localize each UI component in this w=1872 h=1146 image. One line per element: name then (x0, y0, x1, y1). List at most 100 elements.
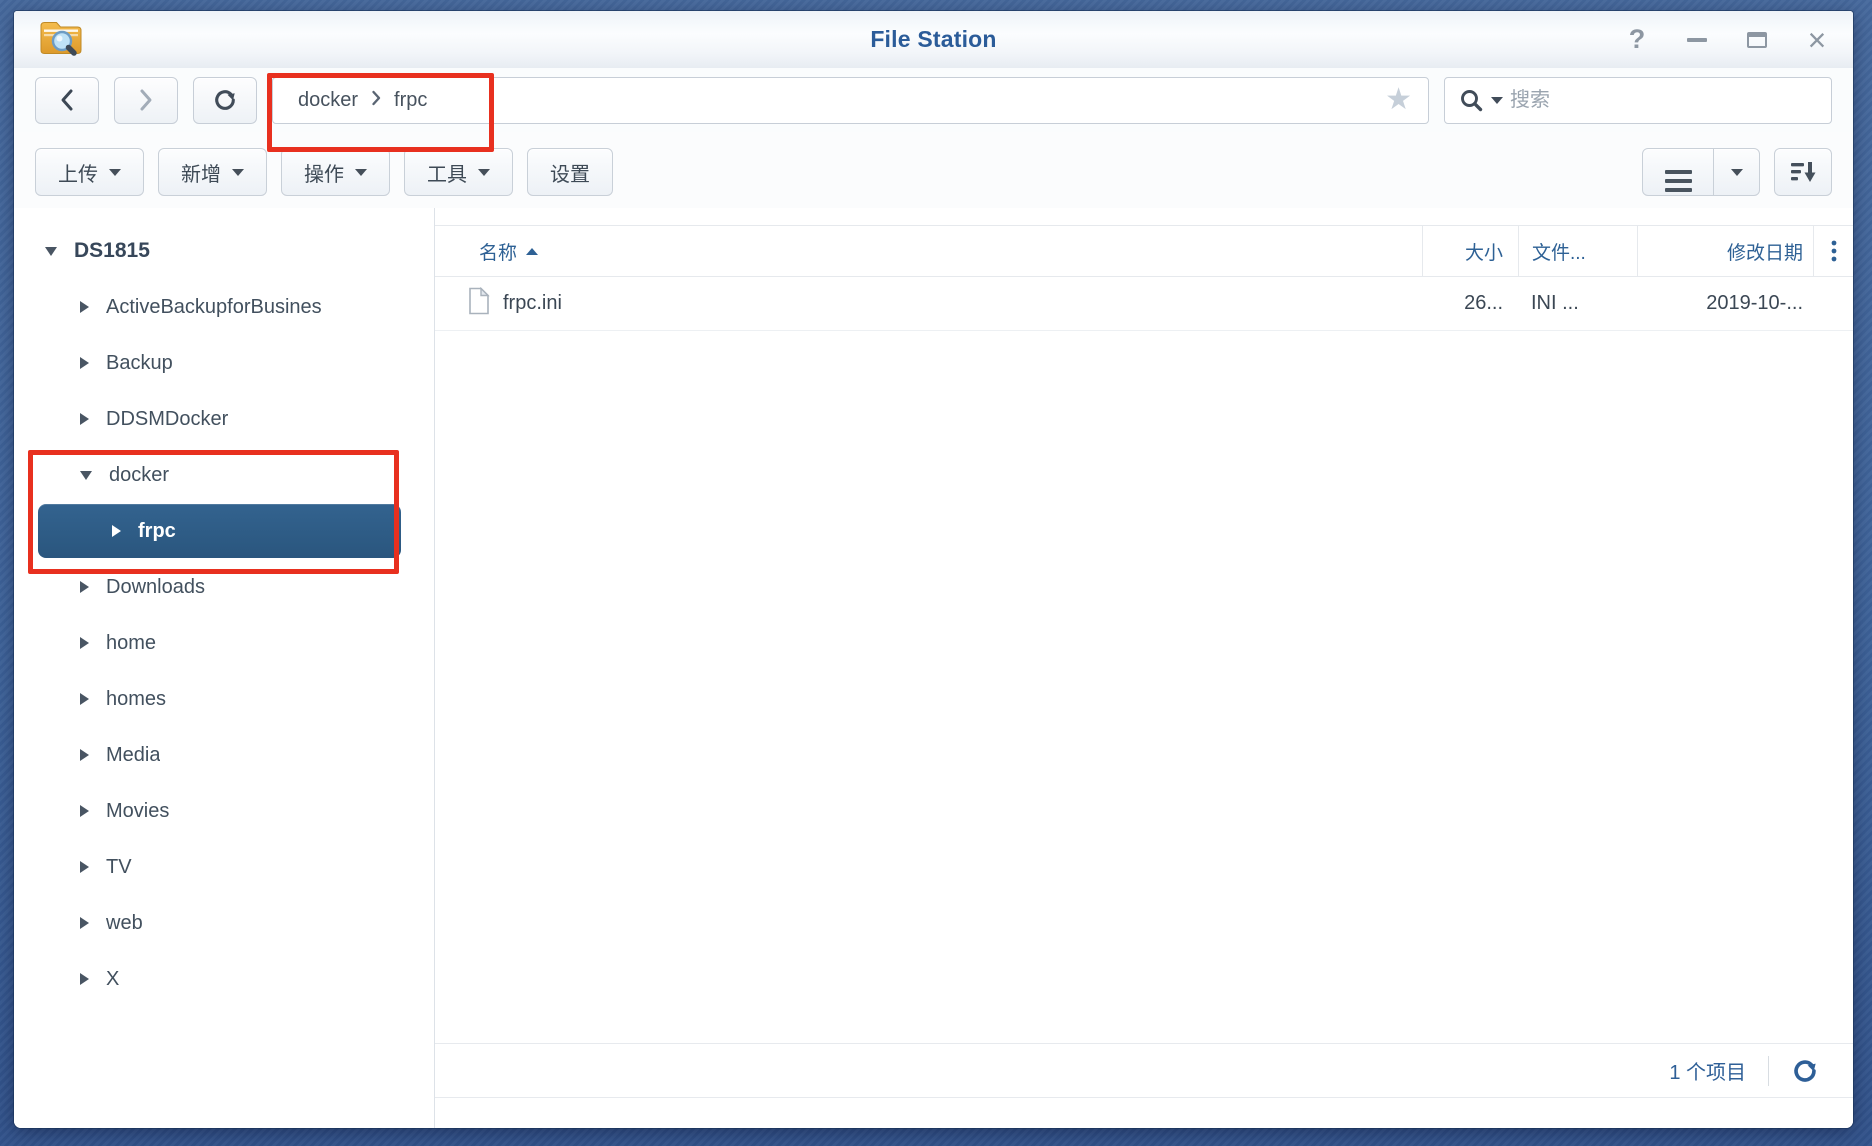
sidebar-item-frpc[interactable]: frpc (38, 504, 401, 558)
column-options-button[interactable] (1813, 226, 1853, 276)
sort-descending-icon (1791, 162, 1816, 182)
file-list-header: 名称 大小 文件... 修改日期 (435, 225, 1853, 277)
navigation-bar: docker frpc ★ (14, 68, 1853, 132)
sidebar-item-activebackupforbusiness[interactable]: ActiveBackupforBusines (14, 279, 434, 335)
help-icon[interactable]: ? (1625, 24, 1649, 54)
chevron-collapsed-icon[interactable] (80, 805, 89, 817)
create-button-label: 新增 (181, 163, 221, 186)
minimize-icon[interactable] (1685, 28, 1709, 52)
settings-button-label: 设置 (550, 163, 590, 186)
sidebar-item-home[interactable]: home (14, 615, 434, 671)
chevron-down-icon (355, 168, 367, 176)
chevron-collapsed-icon[interactable] (80, 637, 89, 649)
search-scope-caret-icon[interactable] (1491, 96, 1503, 104)
upload-button[interactable]: 上传 (35, 148, 144, 196)
action-button-label: 操作 (304, 163, 344, 186)
sidebar-item-ddsmdocker[interactable]: DDSMDocker (14, 391, 434, 447)
column-header-label: 修改日期 (1726, 242, 1803, 264)
sidebar-item-backup[interactable]: Backup (14, 335, 434, 391)
chevron-collapsed-icon[interactable] (112, 525, 121, 537)
view-mode-dropdown[interactable] (1714, 149, 1759, 195)
column-header-label: 大小 (1464, 242, 1503, 264)
sidebar-item-homes[interactable]: homes (14, 671, 434, 727)
settings-button[interactable]: 设置 (527, 148, 613, 196)
upload-button-label: 上传 (58, 163, 98, 186)
sort-button[interactable] (1774, 148, 1832, 196)
sidebar-item-label: DDSMDocker (106, 407, 229, 430)
chevron-collapsed-icon[interactable] (80, 581, 89, 593)
sidebar-item-label: Media (106, 743, 161, 766)
sidebar-item-label: X (106, 967, 120, 990)
sidebar-item-media[interactable]: Media (14, 727, 434, 783)
chevron-collapsed-icon[interactable] (80, 749, 89, 761)
column-header-name[interactable]: 名称 (435, 226, 1422, 276)
chevron-expanded-icon[interactable] (80, 470, 92, 480)
sidebar-item-label: web (106, 911, 143, 934)
breadcrumb: docker frpc ★ (272, 76, 1429, 124)
sidebar-item-label: homes (106, 687, 167, 710)
chevron-collapsed-icon[interactable] (80, 861, 89, 873)
file-list-pane: 名称 大小 文件... 修改日期 frpc.ini 26... INI ... … (435, 208, 1853, 1128)
sidebar-item-label: frpc (138, 519, 176, 542)
file-station-window: File Station ? × docker frpc ★ 搜索 上传 新增 … (14, 11, 1853, 1128)
table-row[interactable]: frpc.ini 26... INI ... 2019-10-... (435, 277, 1853, 331)
breadcrumb-item-docker[interactable]: docker (298, 89, 358, 112)
forward-button[interactable] (114, 76, 178, 124)
file-icon (468, 286, 490, 321)
chevron-down-icon (109, 168, 121, 176)
status-refresh-button[interactable] (1791, 1057, 1819, 1085)
sidebar-item-label: home (106, 631, 157, 654)
list-view-icon (1664, 169, 1692, 192)
column-header-modified-date[interactable]: 修改日期 (1637, 226, 1813, 276)
status-bar: 1 个项目 (435, 1043, 1853, 1098)
favorite-star-icon[interactable]: ★ (1385, 85, 1412, 115)
create-button[interactable]: 新增 (158, 148, 267, 196)
sidebar-folder-tree: DS1815 ActiveBackupforBusines Backup DDS… (14, 208, 435, 1128)
sidebar-item-web[interactable]: web (14, 895, 434, 951)
sidebar-item-label: ActiveBackupforBusines (106, 295, 322, 318)
column-header-size[interactable]: 大小 (1422, 226, 1518, 276)
chevron-collapsed-icon[interactable] (80, 973, 89, 985)
sidebar-item-movies[interactable]: Movies (14, 783, 434, 839)
sidebar-item-ds1815[interactable]: DS1815 (14, 223, 434, 279)
kebab-menu-icon (1831, 240, 1836, 262)
search-icon[interactable] (1459, 88, 1484, 113)
chevron-collapsed-icon[interactable] (80, 917, 89, 929)
column-header-label: 名称 (479, 242, 518, 264)
content-area: DS1815 ActiveBackupforBusines Backup DDS… (14, 208, 1853, 1128)
toolbar: 上传 新增 操作 工具 设置 (14, 132, 1853, 208)
sidebar-item-downloads[interactable]: Downloads (14, 559, 434, 615)
search-box (1444, 76, 1832, 124)
chevron-collapsed-icon[interactable] (80, 413, 89, 425)
maximize-icon[interactable] (1745, 28, 1769, 52)
title-bar: File Station ? × (14, 11, 1853, 68)
file-name: frpc.ini (503, 292, 562, 314)
list-view-button[interactable] (1643, 149, 1714, 195)
action-button[interactable]: 操作 (281, 148, 390, 196)
close-icon[interactable]: × (1805, 24, 1829, 56)
sidebar-item-x[interactable]: X (14, 951, 434, 1007)
sidebar-item-docker[interactable]: docker (14, 447, 434, 503)
sidebar-item-label: Backup (106, 351, 173, 374)
breadcrumb-separator-icon (371, 90, 381, 111)
status-divider (1768, 1055, 1769, 1086)
refresh-button[interactable] (193, 76, 257, 124)
chevron-down-icon (478, 168, 490, 176)
chevron-expanded-icon[interactable] (45, 246, 57, 256)
view-mode-split-button (1642, 148, 1760, 196)
sidebar-item-label: Downloads (106, 575, 205, 598)
chevron-collapsed-icon[interactable] (80, 301, 89, 313)
column-header-type[interactable]: 文件... (1518, 226, 1637, 276)
sidebar-item-label: Movies (106, 799, 170, 822)
back-button[interactable] (35, 76, 99, 124)
tools-button[interactable]: 工具 (404, 148, 513, 196)
chevron-collapsed-icon[interactable] (80, 693, 89, 705)
search-input[interactable] (1510, 88, 1817, 112)
chevron-down-icon (1730, 168, 1743, 176)
sidebar-item-tv[interactable]: TV (14, 839, 434, 895)
breadcrumb-item-frpc[interactable]: frpc (394, 89, 427, 112)
page-title: File Station (870, 26, 997, 52)
sidebar-item-label: TV (106, 855, 132, 878)
chevron-collapsed-icon[interactable] (80, 357, 89, 369)
column-header-label: 文件... (1532, 242, 1586, 264)
